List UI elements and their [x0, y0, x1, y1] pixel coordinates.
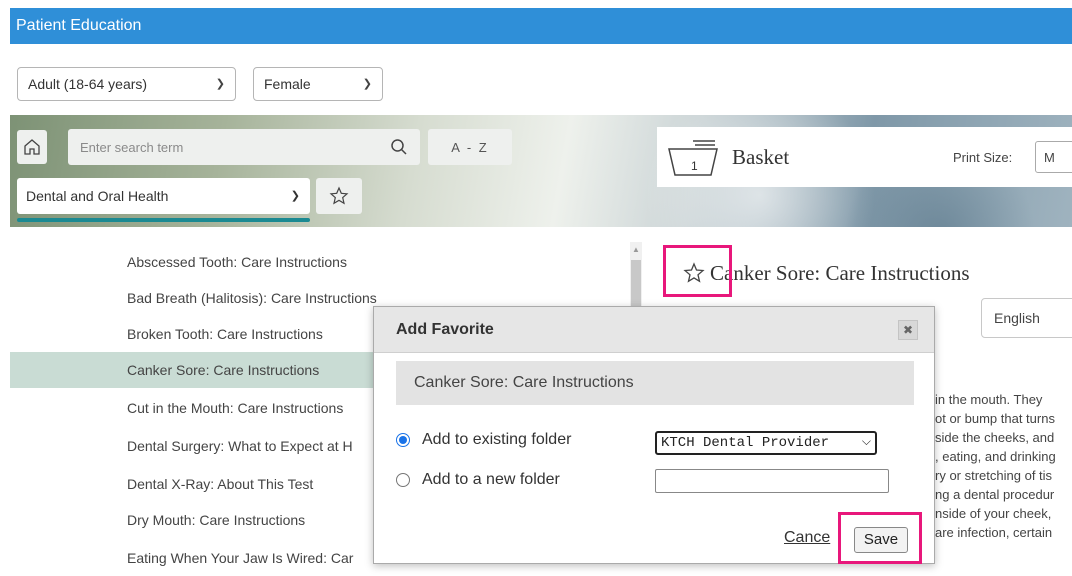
app-header: Patient Education — [10, 8, 1072, 44]
highlight-box — [838, 512, 922, 564]
language-select[interactable]: English — [981, 298, 1072, 338]
close-icon[interactable]: ✖ — [898, 320, 918, 340]
print-size-label: Print Size: — [953, 150, 1013, 165]
search-input[interactable]: Enter search term — [68, 129, 420, 165]
scroll-up-icon[interactable]: ▲ — [632, 245, 640, 254]
existing-folder-option[interactable]: Add to existing folder — [396, 431, 571, 449]
favorite-topic-button[interactable] — [316, 178, 362, 214]
dialog-header: Add Favorite ✖ — [374, 307, 934, 353]
existing-folder-select[interactable]: KTCH Dental Provider ⌵ — [655, 431, 877, 455]
article-title: Canker Sore: Care Instructions — [710, 261, 970, 285]
app-title: Patient Education — [16, 17, 142, 34]
star-icon — [329, 186, 349, 205]
basket-count: 1 — [691, 159, 698, 173]
cancel-link[interactable]: Cance — [784, 529, 830, 547]
a-z-button[interactable]: A - Z — [428, 129, 512, 165]
list-item[interactable]: Abscessed Tooth: Care Instructions — [10, 244, 630, 280]
basket-title: Basket — [732, 145, 790, 169]
new-folder-input[interactable] — [655, 469, 889, 493]
dialog-title: Add Favorite — [396, 321, 494, 338]
chevron-down-icon: ❯ — [290, 190, 300, 202]
search-icon[interactable] — [390, 138, 408, 156]
topic-select[interactable]: Dental and Oral Health ❯ — [17, 178, 310, 214]
basket-icon[interactable]: 1 — [665, 139, 721, 177]
chevron-down-icon: ❯ — [215, 78, 225, 90]
print-size-select[interactable]: M — [1035, 141, 1072, 173]
chevron-down-icon: ❯ — [362, 78, 372, 90]
basket-panel: 1 Basket Print Size: M — [657, 127, 1072, 187]
new-folder-option[interactable]: Add to a new folder — [396, 471, 560, 489]
dialog-article-name: Canker Sore: Care Instructions — [396, 361, 914, 405]
home-icon — [24, 139, 40, 155]
new-folder-radio[interactable] — [396, 473, 410, 487]
topic-underline — [17, 218, 310, 222]
existing-folder-radio[interactable] — [396, 433, 410, 447]
age-select[interactable]: Adult (18-64 years) ❯ — [17, 67, 236, 101]
chevron-down-icon: ⌵ — [861, 435, 871, 449]
highlight-box — [663, 245, 732, 297]
home-button[interactable] — [17, 130, 47, 164]
sex-select[interactable]: Female ❯ — [253, 67, 383, 101]
article-body: in the mouth. They ot or bump that turns… — [935, 392, 1056, 540]
